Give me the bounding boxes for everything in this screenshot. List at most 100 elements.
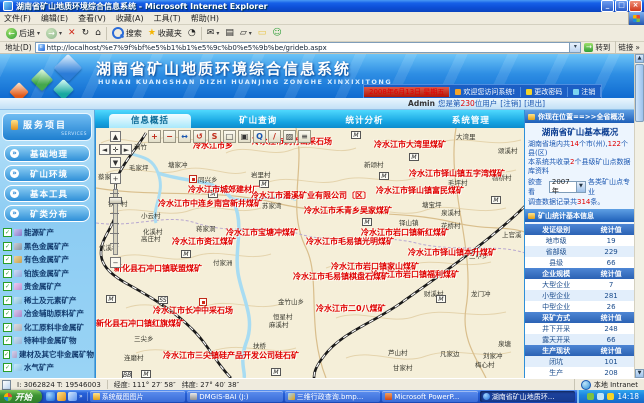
module-tab[interactable]: 系统管理 <box>418 114 524 128</box>
mineral-layer-item[interactable]: ✓ 化工原料非金属矿 <box>0 321 94 335</box>
edit-dropdown-icon[interactable]: ▾ <box>249 30 252 37</box>
taskbar-task[interactable]: 系统截图图片 <box>90 391 186 402</box>
mine-marker-icon[interactable]: M <box>181 250 191 258</box>
stop-button[interactable]: ✕ <box>65 26 79 41</box>
zoom-out-slider-button[interactable]: − <box>110 257 121 268</box>
minimize-button[interactable]: _ <box>601 0 614 12</box>
sidebar-button[interactable]: » 矿类分布 <box>4 205 90 222</box>
select-rect-button[interactable]: □ <box>223 130 236 143</box>
start-button[interactable]: 开始 <box>0 390 42 403</box>
mine-label[interactable]: 冷水江市大湾里煤矿 <box>374 139 446 150</box>
scroll-thumb[interactable] <box>635 64 644 122</box>
module-tab[interactable]: 矿山查询 <box>205 114 311 128</box>
maximize-button[interactable]: □ <box>615 0 628 12</box>
refresh-button[interactable]: ↻ <box>79 26 93 41</box>
mineral-layer-item[interactable]: ✓ 黑色金属矿产 <box>0 240 94 254</box>
mine-label[interactable]: 冷水江市城郊建材厂 <box>188 184 260 195</box>
desktop-quicklaunch-icon[interactable] <box>68 392 77 401</box>
checkbox-icon[interactable]: ✓ <box>3 242 12 251</box>
mine-marker-icon[interactable]: M <box>271 368 281 376</box>
menu-item[interactable]: 工具(T) <box>154 13 181 24</box>
query-button[interactable]: Q <box>253 130 266 143</box>
pan-down-button[interactable]: ▼ <box>110 157 121 168</box>
scroll-down-icon[interactable]: ▼ <box>635 369 644 378</box>
search-button[interactable]: 搜索 <box>109 26 145 41</box>
zoom-in-slider-button[interactable]: + <box>110 173 121 184</box>
full-extent-button[interactable]: ↺ <box>193 130 206 143</box>
mail-quicklaunch-icon[interactable] <box>57 392 66 401</box>
checkbox-icon[interactable]: ✓ <box>3 350 10 359</box>
zoom-in-button[interactable]: + <box>148 130 161 143</box>
mineral-layer-item[interactable]: ✓ 贵金属矿产 <box>0 280 94 294</box>
forward-dropdown-icon[interactable]: ▾ <box>59 30 62 37</box>
exit-link[interactable]: [退出] <box>524 98 545 109</box>
mine-marker-icon[interactable]: M <box>409 153 419 161</box>
taskbar-task[interactable]: 三维行政查询.bmp... <box>285 391 381 402</box>
mine-label[interactable]: 冷水江市二0八煤矿 <box>316 303 386 314</box>
mine-label[interactable]: 冷水江市岩口镇新红煤矿 <box>361 227 449 238</box>
history-button[interactable]: ◔ <box>185 26 199 41</box>
checkbox-icon[interactable]: ✓ <box>3 255 12 264</box>
pan-button[interactable]: ↔ <box>178 130 191 143</box>
checkbox-icon[interactable]: ✓ <box>3 228 12 237</box>
checkbox-icon[interactable]: ✓ <box>3 282 12 291</box>
taskbar-task[interactable]: DMGIS-BAI (J:) <box>187 391 283 402</box>
change-password-link[interactable]: 更改密码 <box>521 87 568 97</box>
forward-button[interactable]: → ▾ <box>43 26 65 41</box>
menu-item[interactable]: 查看(V) <box>78 13 106 24</box>
mine-label[interactable]: 冷水江市铎山镇五字湾煤矿 <box>409 168 505 179</box>
menu-item[interactable]: 收藏(A) <box>116 13 144 24</box>
back-dropdown-icon[interactable]: ▾ <box>37 30 40 37</box>
checkbox-icon[interactable]: ✓ <box>3 269 12 278</box>
mineral-layer-item[interactable]: ✓ 稀土及元素矿产 <box>0 294 94 308</box>
mine-label[interactable]: 冷水江市中连乡南宫新井煤矿 <box>158 198 262 209</box>
quicklaunch-expand-icon[interactable]: » <box>79 393 83 400</box>
ie-quicklaunch-icon[interactable] <box>46 392 55 401</box>
tray-icon[interactable] <box>597 393 604 400</box>
mine-label[interactable]: 冷水江市三尖镇硅产品开发公司硅石矿 <box>163 350 299 361</box>
mine-label[interactable]: 冷水江市宝塘冲煤矿 <box>226 227 298 238</box>
layers-button[interactable]: ≡ <box>298 130 311 143</box>
mineral-layer-item[interactable]: ✓ 水气矿产 <box>0 361 94 375</box>
sidebar-button[interactable]: » 矿山环境 <box>4 165 90 182</box>
pan-up-button[interactable]: ▲ <box>110 131 121 142</box>
logout-link-2[interactable]: [注销] <box>500 98 521 109</box>
home-button[interactable]: ⌂ <box>92 26 104 41</box>
discuss-button[interactable]: ▭ <box>255 26 270 41</box>
mine-marker-icon[interactable]: M <box>106 295 116 303</box>
mine-label[interactable]: 新化县石冲口镇红旗煤矿 <box>96 318 184 329</box>
checkbox-icon[interactable]: ✓ <box>3 363 12 372</box>
scroll-up-icon[interactable]: ▲ <box>635 54 644 63</box>
tray-icon[interactable] <box>587 393 594 400</box>
mine-marker-icon[interactable]: M <box>141 370 151 378</box>
mineral-layer-item[interactable]: ✓ 铂族金属矿产 <box>0 267 94 281</box>
tray-icon[interactable] <box>607 393 614 400</box>
mine-label[interactable]: 冷水江市潘溪矿业有限公司〔区〕 <box>251 190 371 201</box>
module-tab[interactable]: 统计分析 <box>311 114 417 128</box>
mine-marker-icon[interactable]: M <box>436 295 446 303</box>
messenger-button[interactable]: ☺ <box>269 26 284 41</box>
mine-marker-icon[interactable]: M <box>351 131 361 139</box>
links-button[interactable]: 链接» <box>618 42 640 53</box>
query-type-link[interactable]: 各类矿山点专业 <box>588 177 632 197</box>
pan-left-button[interactable]: ◄ <box>99 144 110 155</box>
mine-marker-icon[interactable]: M <box>362 218 372 226</box>
taskbar-task[interactable]: Microsoft PowerP... <box>382 391 478 402</box>
sidebar-button[interactable]: » 基本工具 <box>4 185 90 202</box>
mine-marker-icon[interactable]: M <box>379 172 389 180</box>
address-dropdown-icon[interactable]: ▾ <box>569 43 580 52</box>
zoom-slider-handle[interactable] <box>109 197 122 204</box>
mail-dropdown-icon[interactable]: ▾ <box>216 30 219 37</box>
mine-marker-icon[interactable]: SS <box>158 296 168 304</box>
zoom-out-button[interactable]: − <box>163 130 176 143</box>
mineral-layer-item[interactable]: ✓ 有色金属矿产 <box>0 253 94 267</box>
select-polygon-button[interactable]: ▣ <box>238 130 251 143</box>
year-select[interactable]: 2007年▼ <box>549 181 586 193</box>
address-input[interactable]: e http://localhost/%e7%9f%bf%e5%b1%b1%e5… <box>35 42 582 53</box>
go-button[interactable]: → 转到 <box>584 42 610 53</box>
stop-draw-button[interactable]: S <box>208 130 221 143</box>
mine-marker-icon[interactable]: BB <box>122 371 132 378</box>
mine-label[interactable]: 冷水江市禾青乡吴家煤矿 <box>304 205 392 216</box>
mineral-layer-item[interactable]: ✓ 能源矿产 <box>0 226 94 240</box>
mineral-layer-item[interactable]: ✓ 建材及其它非金属矿物 <box>0 348 94 362</box>
